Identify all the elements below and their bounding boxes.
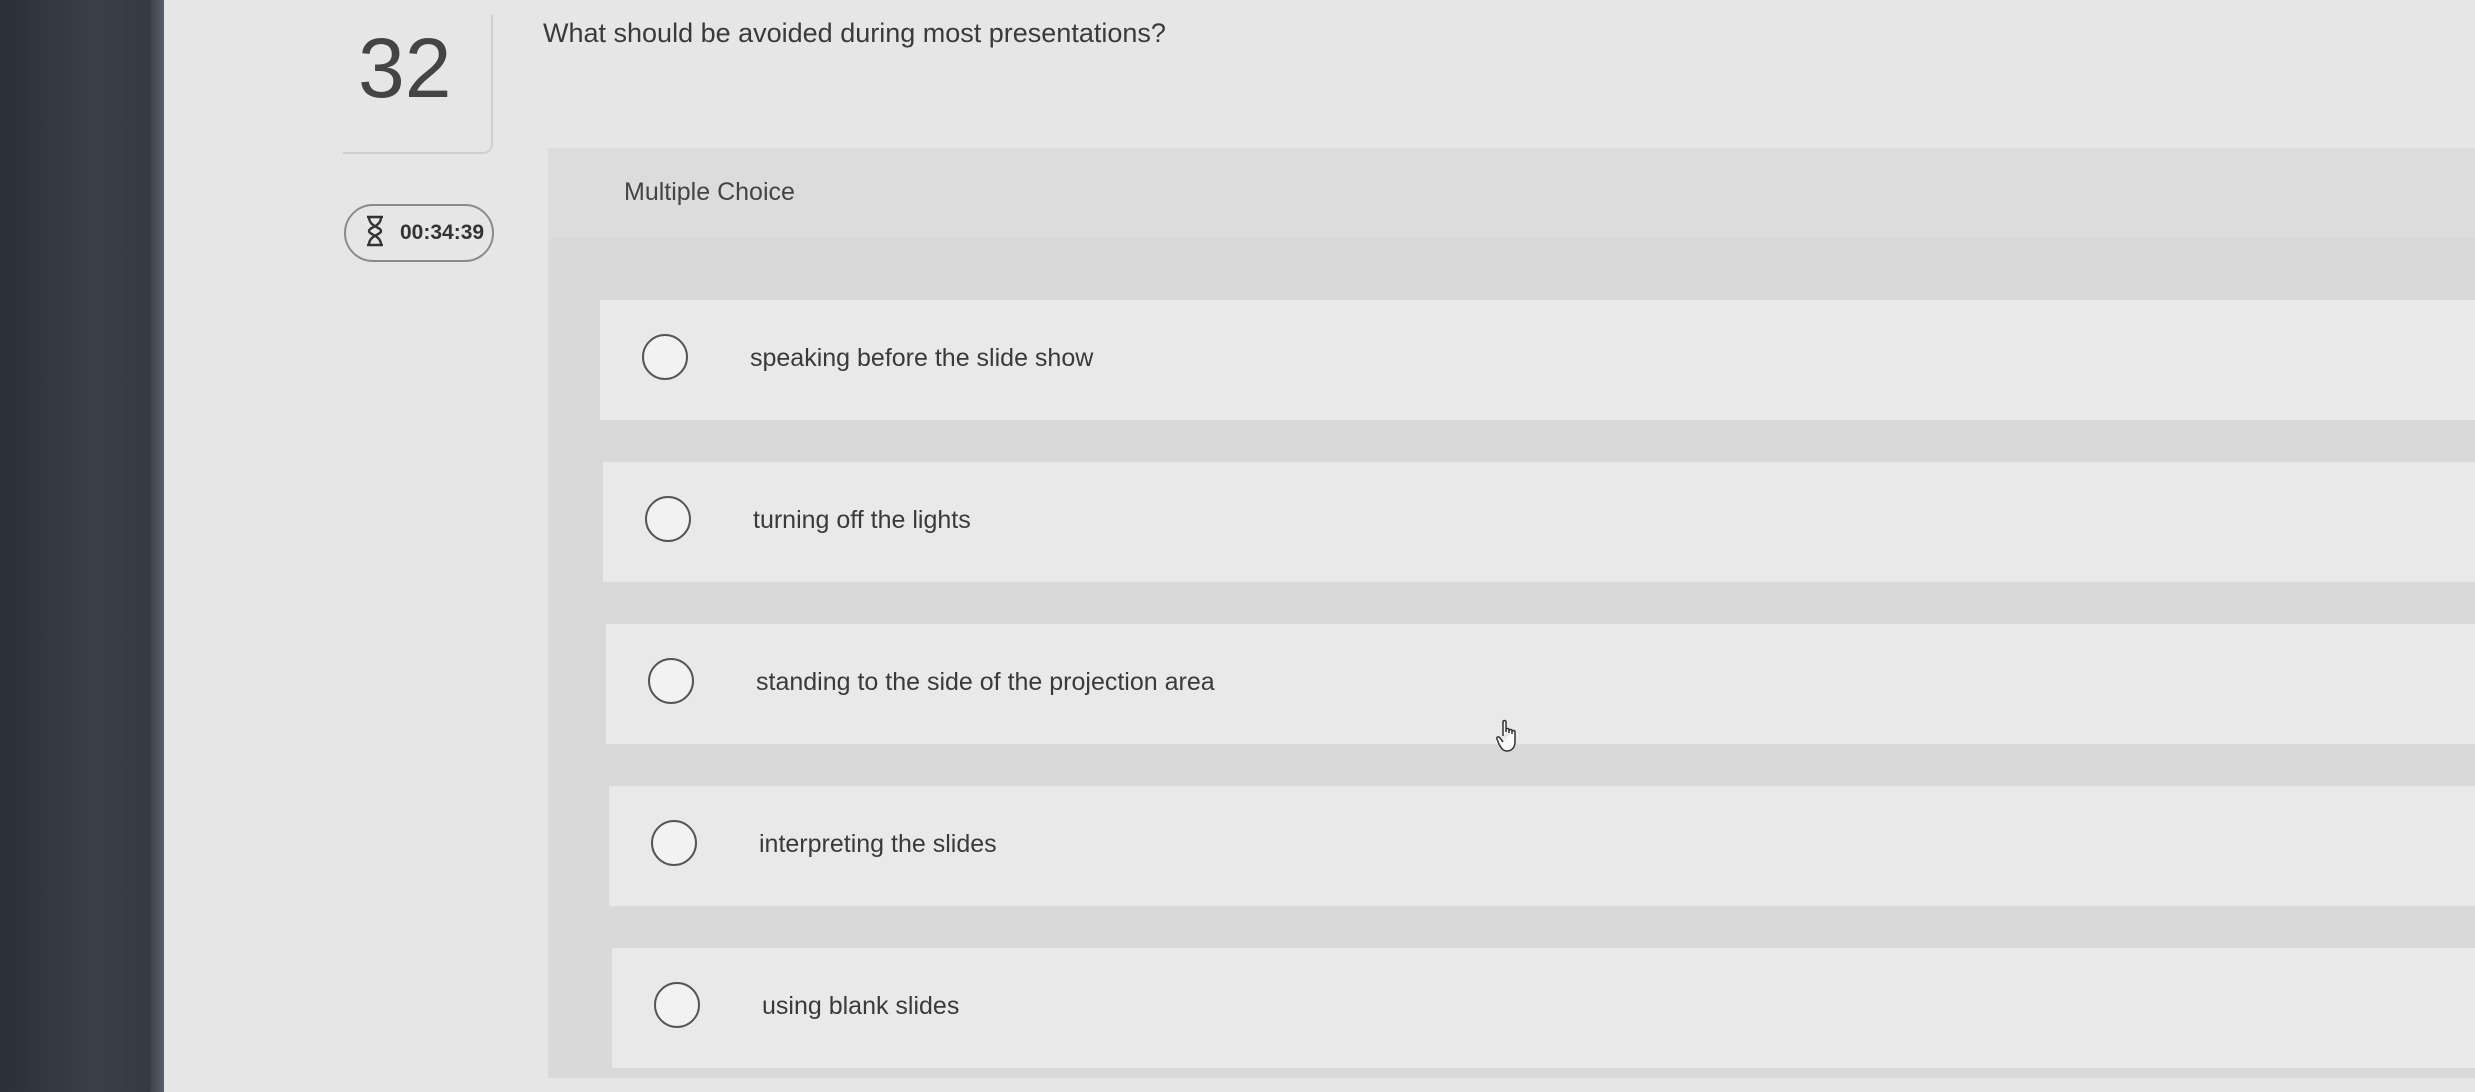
radio-button[interactable] [654,982,700,1028]
hourglass-icon [364,215,386,252]
question-number: 32 [358,21,452,115]
left-sidebar [0,0,162,1092]
question-type-header [548,148,2475,238]
question-type-label: Multiple Choice [624,178,795,206]
option-label[interactable]: using blank slides [762,992,959,1021]
option-3[interactable]: standing to the side of the projection a… [606,624,2475,744]
option-1[interactable]: speaking before the slide show [600,300,2475,420]
timer-value: 00:34:39 [400,221,485,244]
sidebar-edge [150,0,164,1092]
radio-button[interactable] [651,820,697,866]
question-text: What should be avoided during most prese… [543,18,1166,48]
option-label[interactable]: standing to the side of the projection a… [756,668,1215,697]
option-4[interactable]: interpreting the slides [609,786,2475,906]
radio-button[interactable] [645,496,691,542]
option-label[interactable]: interpreting the slides [759,830,997,859]
timer-badge: 00:34:39 [344,204,494,262]
option-label[interactable]: turning off the lights [753,506,971,535]
option-2[interactable]: turning off the lights [603,462,2475,582]
option-label[interactable]: speaking before the slide show [750,344,1093,373]
hand-cursor-icon [1496,718,1522,754]
radio-button[interactable] [648,658,694,704]
radio-button[interactable] [642,334,688,380]
option-5[interactable]: using blank slides [612,948,2475,1068]
